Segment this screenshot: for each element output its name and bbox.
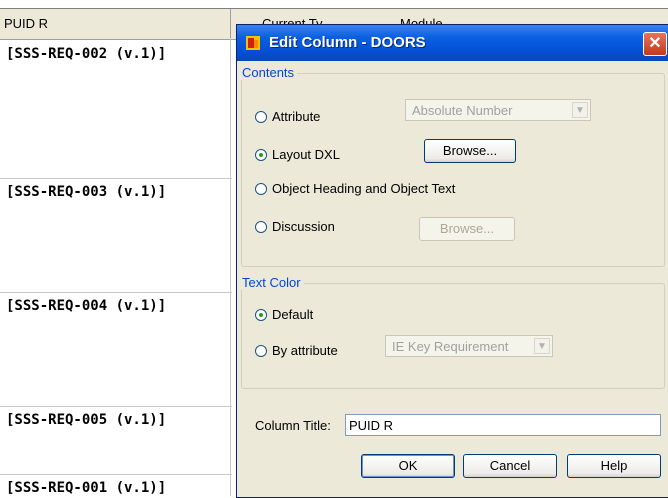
chevron-down-icon: ▼ [534, 338, 550, 354]
text-color-group-label: Text Color [239, 275, 304, 290]
attribute-select: Absolute Number ▼ [405, 99, 591, 121]
cancel-button[interactable]: Cancel [463, 454, 557, 478]
row-separator [0, 406, 232, 407]
row-separator [0, 292, 232, 293]
by-attribute-radio-option[interactable]: By attribute [255, 343, 338, 358]
attribute-radio-label: Attribute [272, 109, 321, 124]
row-separator [0, 474, 232, 475]
contents-group-label: Contents [239, 65, 298, 80]
object-heading-radio[interactable] [255, 182, 267, 195]
discussion-browse-button: Browse... [419, 217, 515, 241]
attribute-select-value: Absolute Number [412, 103, 513, 118]
ok-button[interactable]: OK [361, 454, 455, 478]
by-attribute-radio[interactable] [255, 344, 267, 357]
object-heading-radio-option[interactable]: Object Heading and Object Text [255, 181, 455, 196]
discussion-radio[interactable] [255, 220, 267, 233]
color-attribute-select-value: IE Key Requirement [392, 339, 509, 354]
discussion-radio-label: Discussion [272, 219, 335, 234]
requirement-id[interactable]: [SSS-REQ-003 (v.1)] [6, 184, 166, 200]
requirement-id[interactable]: [SSS-REQ-005 (v.1)] [6, 412, 166, 428]
requirement-id[interactable]: [SSS-REQ-001 (v.1)] [6, 480, 166, 496]
by-attribute-radio-label: By attribute [272, 343, 338, 358]
discussion-radio-option[interactable]: Discussion [255, 219, 335, 234]
column-divider [230, 38, 231, 496]
layout-dxl-radio-label: Layout DXL [272, 147, 340, 162]
layout-dxl-radio-option[interactable]: Layout DXL [255, 147, 340, 162]
attribute-radio[interactable] [255, 110, 267, 123]
dialog-title: Edit Column - DOORS [269, 34, 426, 51]
layout-dxl-radio[interactable] [255, 148, 267, 161]
color-attribute-select: IE Key Requirement ▼ [385, 335, 553, 357]
doors-app-icon [246, 36, 260, 50]
column-header-separator[interactable] [230, 9, 231, 39]
requirement-id[interactable]: [SSS-REQ-002 (v.1)] [6, 46, 166, 62]
column-header-puid[interactable]: PUID R [4, 16, 48, 31]
column-title-label: Column Title: [255, 418, 331, 433]
column-title-input[interactable] [345, 414, 661, 436]
default-color-radio-option[interactable]: Default [255, 307, 313, 322]
close-button[interactable]: ✕ [643, 32, 667, 56]
requirement-id[interactable]: [SSS-REQ-004 (v.1)] [6, 298, 166, 314]
help-button[interactable]: Help [567, 454, 661, 478]
default-color-radio[interactable] [255, 308, 267, 321]
close-icon: ✕ [648, 35, 662, 52]
edit-column-dialog: Edit Column - DOORS ✕ Contents Attribute… [236, 24, 668, 498]
attribute-radio-option[interactable]: Attribute [255, 109, 320, 124]
default-color-radio-label: Default [272, 307, 314, 322]
dialog-titlebar[interactable]: Edit Column - DOORS ✕ [237, 25, 668, 61]
row-separator [0, 178, 232, 179]
chevron-down-icon: ▼ [572, 102, 588, 118]
layout-dxl-browse-button[interactable]: Browse... [424, 139, 516, 163]
object-heading-radio-label: Object Heading and Object Text [272, 181, 456, 196]
